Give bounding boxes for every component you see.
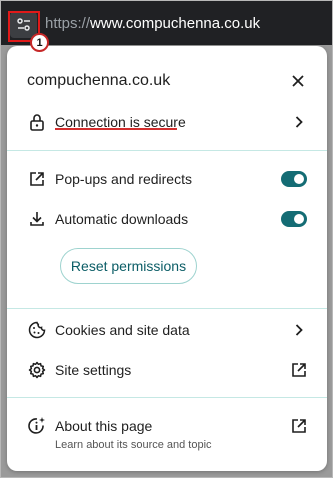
popups-label: Pop-ups and redirects [55, 171, 192, 187]
downloads-toggle[interactable] [281, 211, 307, 227]
site-info-panel: compuchenna.co.uk Connection is secure P… [7, 46, 327, 471]
popups-toggle[interactable] [281, 171, 307, 187]
divider [7, 308, 327, 309]
about-label: About this page [55, 418, 153, 434]
panel-site-name: compuchenna.co.uk [27, 72, 171, 89]
connection-row[interactable]: Connection is secure [7, 104, 327, 140]
chevron-right-icon [289, 320, 309, 340]
address-bar: https://www.compuchenna.co.uk [1, 1, 332, 45]
url-scheme: https:// [45, 15, 91, 32]
info-sparkle-icon [27, 416, 47, 436]
divider [7, 150, 327, 151]
downloads-label: Automatic downloads [55, 211, 189, 227]
close-button[interactable] [289, 72, 307, 90]
site-settings-row[interactable]: Site settings [7, 352, 327, 388]
site-settings-label: Site settings [55, 362, 132, 378]
about-sublabel: Learn about its source and topic [55, 439, 212, 451]
permission-row-popups[interactable]: Pop-ups and redirects [7, 161, 327, 197]
divider [7, 397, 327, 398]
lock-icon [27, 112, 47, 132]
close-icon [292, 75, 304, 87]
reset-permissions-button[interactable]: Reset permissions [60, 248, 197, 284]
open-in-new-icon [289, 360, 309, 380]
annotation-underline [55, 128, 177, 130]
open-in-new-icon [289, 416, 309, 436]
url-host: www.compuchenna.co.uk [90, 15, 261, 32]
url-text[interactable]: https://www.compuchenna.co.uk [45, 15, 260, 32]
gear-icon [27, 360, 47, 380]
chevron-right-icon [289, 112, 309, 132]
download-icon [27, 209, 47, 229]
cookies-label: Cookies and site data [55, 322, 190, 338]
cookies-row[interactable]: Cookies and site data [7, 312, 327, 348]
cookie-icon [27, 320, 47, 340]
external-link-icon [27, 169, 47, 189]
annotation-badge: 1 [30, 33, 49, 52]
permission-row-downloads[interactable]: Automatic downloads [7, 201, 327, 237]
